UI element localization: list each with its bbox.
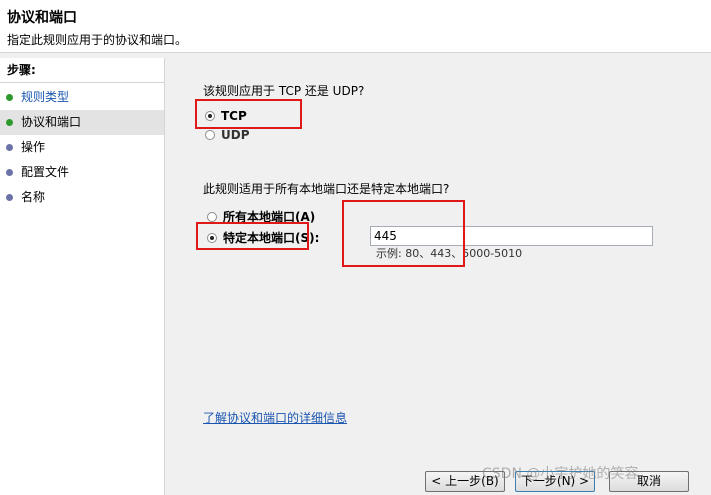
step-complete-icon [6,94,13,101]
step-name: 名称 [0,185,164,210]
tcp-highlight-box [195,99,302,129]
step-current-icon [6,119,13,126]
step-label: 规则类型 [21,90,70,104]
radio-unchecked-icon[interactable] [205,130,215,140]
step-label: 名称 [21,190,46,204]
watermark-text: CSDN @小宇护她的笑容 [482,466,639,482]
learn-more-link[interactable]: 了解协议和端口的详细信息 [203,409,347,426]
step-pending-icon [6,194,13,201]
udp-radio-label[interactable]: UDP [221,128,250,142]
step-label: 配置文件 [21,165,70,179]
step-rule-type[interactable]: 规则类型 [0,85,164,110]
radio-unchecked-icon[interactable] [207,211,217,222]
page-title: 协议和端口 [7,10,77,26]
step-pending-icon [6,144,13,151]
steps-title: 步骤: [7,63,36,77]
step-label: 协议和端口 [21,115,82,129]
step-protocol-ports[interactable]: 协议和端口 [0,110,164,135]
step-action: 操作 [0,135,164,160]
port-value-highlight-box [342,200,465,267]
step-pending-icon [6,169,13,176]
steps-sidebar: 步骤: 规则类型 协议和端口 操作 配置文件 名称 [0,58,165,495]
step-label: 操作 [21,140,46,154]
ports-question: 此规则适用于所有本地端口还是特定本地端口? [203,182,450,196]
page-subtitle: 指定此规则应用于的协议和端口。 [7,33,188,47]
specific-ports-highlight-box [196,222,309,250]
step-profile: 配置文件 [0,160,164,185]
udp-radio[interactable]: UDP [205,128,250,142]
protocol-question: 该规则应用于 TCP 还是 UDP? [203,84,365,98]
wizard-header: 协议和端口 指定此规则应用于的协议和端口。 [0,0,711,53]
steps-divider [0,82,164,83]
